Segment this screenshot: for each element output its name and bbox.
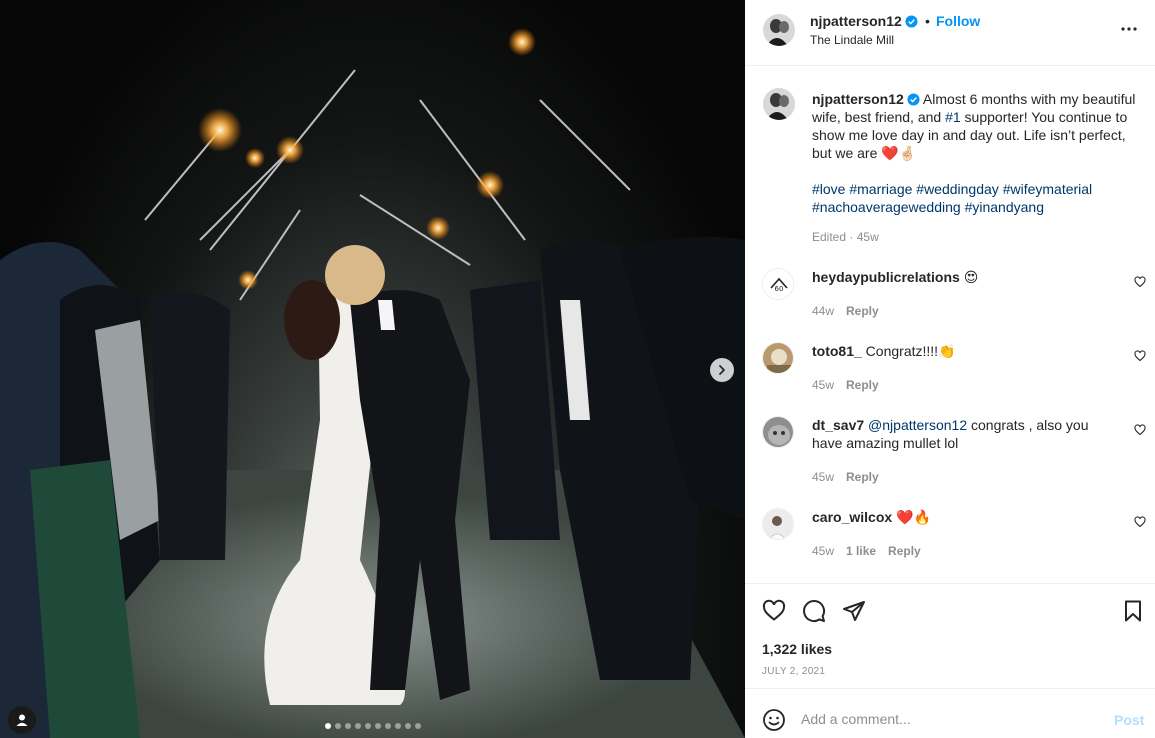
- author-username[interactable]: njpatterson12: [810, 13, 918, 29]
- post-header: njpatterson12 • Follow The Lindale Mill: [745, 0, 1155, 66]
- comment-username[interactable]: toto81_: [812, 343, 862, 359]
- comment-avatar[interactable]: [762, 508, 794, 540]
- separator-bullet: •: [925, 13, 930, 29]
- comment-avatar[interactable]: 60: [762, 268, 794, 300]
- wedding-photo-image: [0, 28, 745, 738]
- add-comment-bar: Post: [745, 688, 1155, 738]
- caption-meta: Edited · 45w: [812, 230, 879, 244]
- hashtag-link[interactable]: #nachoaveragewedding: [812, 199, 961, 215]
- comment-meta: 45w Reply: [812, 470, 891, 484]
- location-link[interactable]: The Lindale Mill: [810, 33, 894, 47]
- share-icon[interactable]: [842, 599, 866, 623]
- carousel-indicator: [0, 723, 745, 729]
- hashtag-link[interactable]: #marriage: [849, 181, 912, 197]
- comment-time: 45w: [812, 544, 835, 558]
- chevron-right-icon: [719, 365, 725, 375]
- caption-avatar[interactable]: [763, 88, 795, 120]
- comment-icon[interactable]: [802, 599, 826, 623]
- more-horizontal-icon[interactable]: [1120, 20, 1138, 38]
- carousel-dot: [354, 723, 361, 729]
- comment-meta: 45w Reply: [812, 378, 891, 392]
- comment-like-heart-icon[interactable]: [1134, 424, 1146, 436]
- comment-username[interactable]: caro_wilcox: [812, 509, 892, 525]
- heart-icon[interactable]: [762, 599, 786, 623]
- comment-username[interactable]: dt_sav7: [812, 417, 864, 433]
- reply-button[interactable]: Reply: [888, 544, 921, 558]
- carousel-dot: [364, 723, 371, 729]
- comment-like-heart-icon[interactable]: [1134, 276, 1146, 288]
- comment-input[interactable]: [801, 711, 1091, 727]
- verified-badge-icon: [905, 15, 918, 28]
- next-slide-button[interactable]: [710, 358, 734, 382]
- comment-likes-count[interactable]: 1 like: [846, 544, 876, 558]
- tagged-users-button[interactable]: [8, 706, 36, 734]
- caption-time: 45w: [856, 230, 879, 244]
- carousel-dot: [394, 723, 401, 729]
- reply-button[interactable]: Reply: [846, 304, 879, 318]
- likes-count[interactable]: 1,322 likes: [762, 641, 832, 657]
- post-photo[interactable]: [0, 0, 745, 738]
- hashtag-link[interactable]: #wifeymaterial: [1003, 181, 1092, 197]
- verified-badge-icon: [907, 93, 920, 106]
- svg-text:60: 60: [775, 285, 784, 293]
- post-actions: 1,322 likes JULY 2, 2021: [745, 583, 1155, 688]
- reply-button[interactable]: Reply: [846, 378, 879, 392]
- post-side-panel: njpatterson12 • Follow The Lindale Mill …: [745, 0, 1155, 738]
- comment-username[interactable]: heydaypublicrelations: [812, 269, 960, 285]
- edited-label: Edited: [812, 230, 847, 244]
- comment-mention[interactable]: @njpatterson12: [868, 417, 967, 433]
- post-date[interactable]: JULY 2, 2021: [762, 666, 825, 677]
- comment-like-heart-icon[interactable]: [1134, 350, 1146, 362]
- comment-time: 45w: [812, 470, 835, 484]
- caption-text: njpatterson12 Almost 6 months with my be…: [812, 90, 1137, 162]
- comment-time: 45w: [812, 378, 835, 392]
- author-avatar[interactable]: [763, 14, 795, 46]
- hashtag-link[interactable]: #love: [812, 181, 845, 197]
- reply-button[interactable]: Reply: [846, 470, 879, 484]
- comment-avatar[interactable]: [762, 342, 794, 374]
- emoji-picker-icon[interactable]: [762, 708, 786, 732]
- hashtag-link[interactable]: #weddingday: [916, 181, 999, 197]
- hashtag-link[interactable]: #yinandyang: [965, 199, 1044, 215]
- comment-time: 44w: [812, 304, 835, 318]
- carousel-dot: [404, 723, 411, 729]
- caption-hashtag-1[interactable]: #1: [945, 109, 961, 125]
- meta-dot: ·: [849, 230, 854, 244]
- user-icon: [16, 714, 28, 726]
- comment-text: ❤️🔥: [892, 509, 931, 525]
- comment-text: 😍: [959, 269, 979, 285]
- comment-meta: 45w 1 like Reply: [812, 544, 933, 558]
- carousel-dot: [374, 723, 381, 729]
- carousel-dot: [414, 723, 421, 729]
- carousel-dot: [344, 723, 351, 729]
- caption-emojis: ❤️🤞🏻: [881, 145, 917, 161]
- follow-button[interactable]: Follow: [936, 13, 980, 29]
- post-comment-button[interactable]: Post: [1114, 712, 1144, 728]
- carousel-dot: [334, 723, 341, 729]
- bookmark-icon[interactable]: [1121, 599, 1145, 623]
- comment-meta: 44w Reply: [812, 304, 891, 318]
- comment-avatar[interactable]: [762, 416, 794, 448]
- carousel-dot: [384, 723, 391, 729]
- caption-username[interactable]: njpatterson12: [812, 91, 904, 107]
- caption-hashtags: #love #marriage #weddingday #wifeymateri…: [812, 180, 1137, 216]
- comment-like-heart-icon[interactable]: [1134, 516, 1146, 528]
- carousel-dot: [324, 723, 331, 729]
- comment-text: Congratz!!!!👏: [861, 343, 956, 359]
